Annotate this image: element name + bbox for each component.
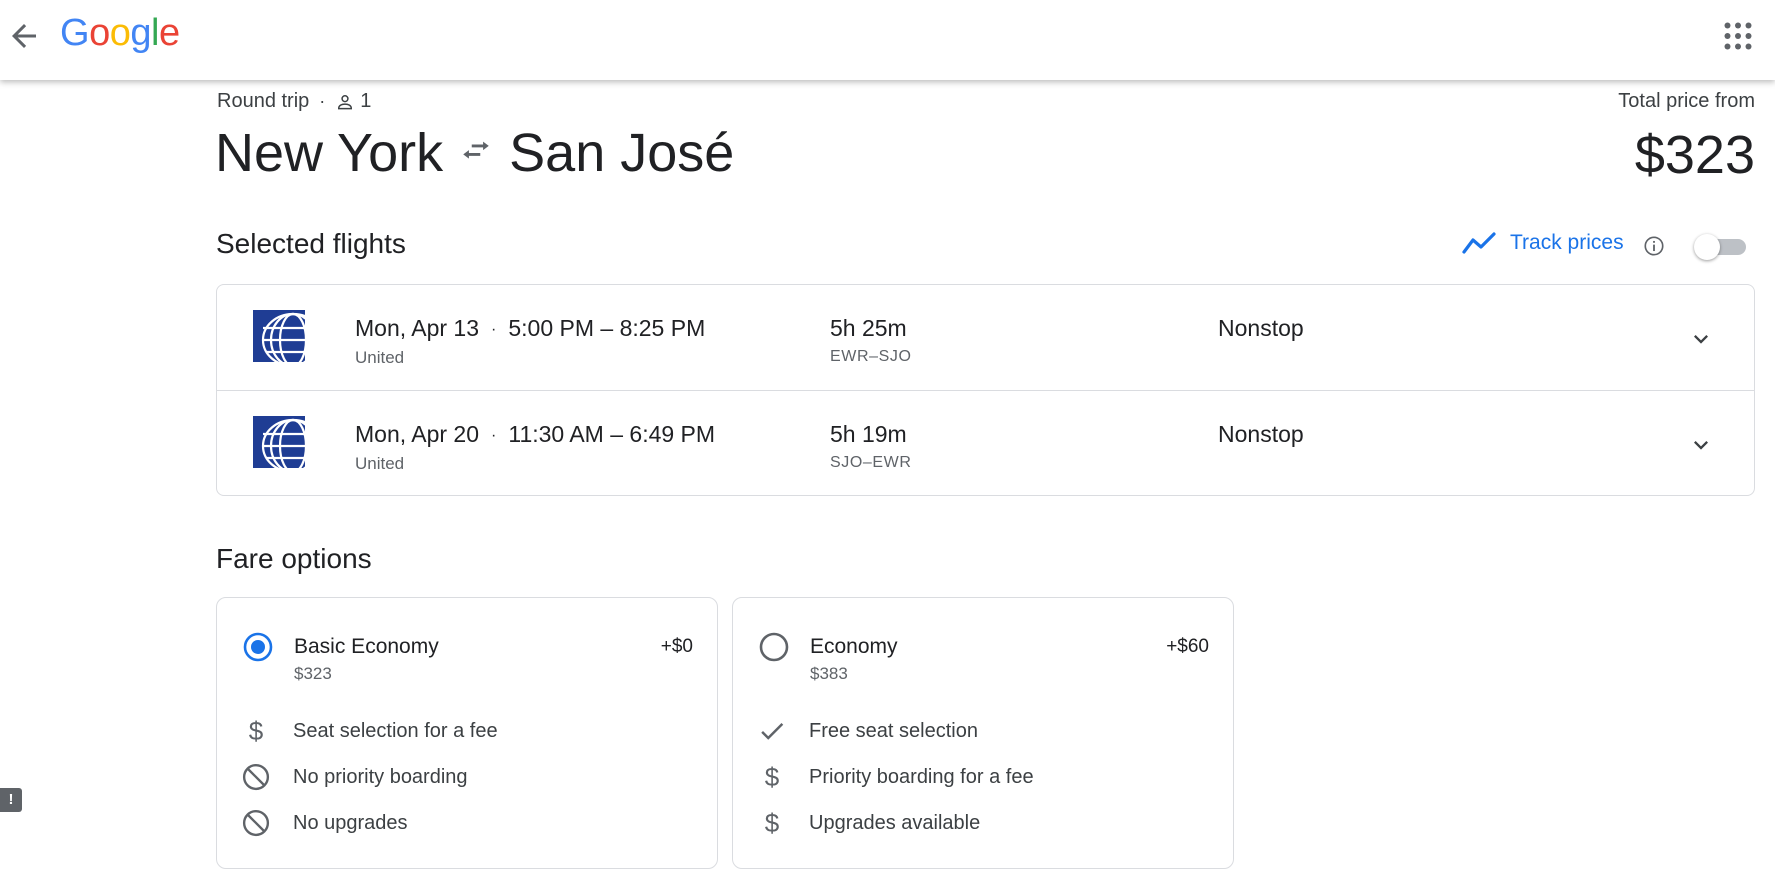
united-logo-icon — [253, 310, 305, 362]
radio-unselected-icon[interactable] — [759, 632, 789, 662]
flight-date-times: Mon, Apr 13 · 5:00 PM – 8:25 PM — [355, 315, 705, 342]
checkmark-icon — [761, 723, 784, 740]
google-logo[interactable]: Google — [60, 12, 180, 55]
fare-feature: Free seat selection — [757, 716, 978, 746]
flight-carrier: United — [355, 454, 405, 473]
dollar-icon: $ — [764, 807, 780, 838]
chevron-down-icon[interactable] — [1687, 325, 1715, 353]
fare-option-economy[interactable]: Economy $383 +$60 Free seat selection $ … — [732, 597, 1234, 869]
fare-feature: No priority boarding — [241, 762, 468, 792]
person-icon — [338, 94, 353, 109]
flight-stops: Nonstop — [1218, 421, 1304, 447]
feature-text: No upgrades — [293, 811, 408, 834]
selected-flights-card: Mon, Apr 13 · 5:00 PM – 8:25 PM United 5h … — [216, 284, 1755, 496]
feature-text: Upgrades available — [809, 811, 981, 834]
fare-price: $323 — [294, 664, 332, 683]
logo-letter: l — [150, 12, 159, 54]
logo-letter: e — [158, 12, 180, 54]
fare-price-delta: +$60 — [1166, 636, 1209, 657]
logo-letter: G — [60, 12, 90, 54]
passenger-count: 1 — [360, 90, 372, 112]
flight-row[interactable]: Mon, Apr 20 · 11:30 AM – 6:49 PM United 5h… — [217, 390, 1754, 496]
round-trip-arrows-icon — [463, 141, 489, 159]
flight-date: Mon, Apr 13 — [355, 315, 480, 341]
feature-text: Priority boarding for a fee — [809, 765, 1034, 788]
feedback-button[interactable]: ! — [0, 788, 22, 812]
logo-letter: o — [109, 12, 131, 54]
origin-city: New York — [215, 123, 444, 183]
fare-feature: $ Upgrades available — [757, 808, 980, 838]
total-price-label: Total price from — [1618, 90, 1755, 112]
dollar-icon: $ — [248, 715, 264, 746]
flight-airport-codes: SJO–EWR — [830, 454, 912, 471]
flight-times: 11:30 AM – 6:49 PM — [508, 421, 716, 447]
feature-text: Free seat selection — [809, 719, 978, 742]
flight-date-times: Mon, Apr 20 · 11:30 AM – 6:49 PM — [355, 421, 715, 448]
trending-up-icon — [1462, 232, 1496, 254]
fare-feature: $ Priority boarding for a fee — [757, 762, 1034, 792]
no-entry-icon — [242, 809, 270, 837]
fare-price-delta: +$0 — [660, 636, 693, 657]
total-price: $323 — [1634, 125, 1755, 185]
selected-flights-heading: Selected flights — [216, 228, 406, 259]
chevron-down-icon[interactable] — [1687, 431, 1715, 459]
logo-letter: o — [89, 12, 110, 54]
fare-name: Economy — [810, 635, 898, 658]
flight-carrier: United — [355, 348, 405, 367]
info-icon[interactable] — [1643, 235, 1665, 257]
fare-option-basic-economy[interactable]: Basic Economy $323 +$0 $ Seat selection … — [216, 597, 718, 869]
radio-selected-icon[interactable] — [243, 632, 273, 662]
separator-dot: · — [491, 426, 497, 444]
destination-city: San José — [509, 123, 735, 183]
fare-options-heading: Fare options — [216, 543, 372, 574]
flight-duration: 5h 19m — [830, 421, 907, 447]
feature-text: No priority boarding — [293, 765, 468, 788]
trip-meta: Round trip · 1 — [217, 90, 371, 113]
logo-letter: g — [130, 12, 151, 54]
fare-feature: $ Seat selection for a fee — [241, 716, 498, 746]
no-entry-icon — [242, 763, 270, 791]
top-app-bar: Google — [0, 0, 1775, 80]
fare-name: Basic Economy — [294, 635, 439, 658]
separator-dot: · — [491, 320, 497, 338]
flight-date: Mon, Apr 20 — [355, 421, 480, 447]
back-arrow-icon[interactable] — [6, 18, 42, 54]
trip-type: Round trip — [217, 90, 310, 112]
dollar-icon: $ — [764, 761, 780, 792]
track-prices-button[interactable]: Track prices — [1462, 230, 1624, 256]
separator-dot: · — [319, 91, 326, 111]
flight-stops: Nonstop — [1218, 315, 1304, 341]
toggle-knob — [1694, 234, 1720, 260]
feature-text: Seat selection for a fee — [293, 719, 498, 742]
flight-row[interactable]: Mon, Apr 13 · 5:00 PM – 8:25 PM United 5h … — [217, 285, 1754, 390]
track-prices-label: Track prices — [1510, 231, 1624, 254]
flight-duration: 5h 25m — [830, 315, 907, 341]
apps-grid-icon[interactable] — [1720, 18, 1756, 54]
fare-feature: No upgrades — [241, 808, 408, 838]
fare-price: $383 — [810, 664, 848, 683]
flight-times: 5:00 PM – 8:25 PM — [508, 315, 706, 341]
flight-airport-codes: EWR–SJO — [830, 348, 912, 365]
route-title: New York San José — [215, 122, 734, 184]
united-logo-icon — [253, 416, 305, 468]
track-prices-toggle[interactable] — [1694, 233, 1750, 260]
